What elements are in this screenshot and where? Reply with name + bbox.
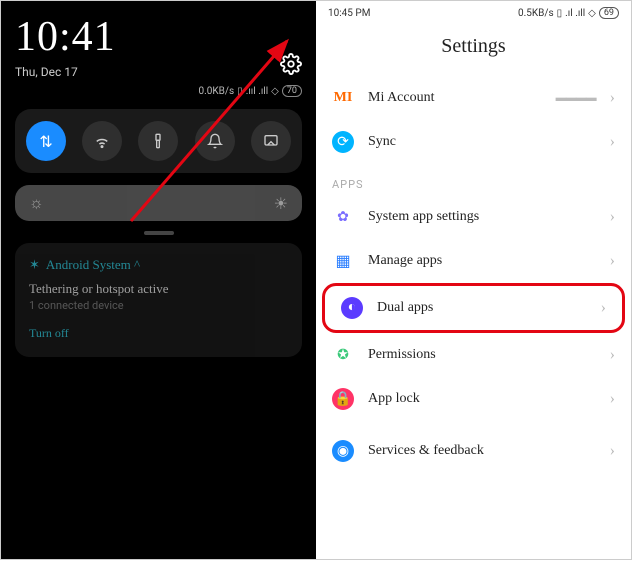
wifi-icon	[93, 132, 111, 150]
dual-apps-icon: ◐	[341, 297, 363, 319]
bell-icon	[207, 133, 223, 149]
mi-logo-icon: MI	[332, 87, 354, 109]
cast-icon	[263, 133, 279, 149]
chevron-right-icon: ›	[601, 299, 606, 317]
data-arrows-icon: ⇅	[39, 132, 52, 151]
highlight-dual-apps: ◐ Dual apps ›	[322, 283, 625, 333]
manage-apps-label: Manage apps	[368, 253, 596, 269]
shield-icon: ✪	[332, 344, 354, 366]
android-icon: ✶	[29, 257, 40, 273]
brightness-high-icon: ☀	[274, 194, 288, 213]
row-mi-account[interactable]: MI Mi Account ▬▬▬▬ ›	[316, 76, 631, 120]
chevron-right-icon: ›	[610, 133, 615, 151]
sync-label: Sync	[368, 134, 596, 150]
qs-data-toggle[interactable]: ⇅	[26, 121, 66, 161]
row-app-lock[interactable]: 🔒 App lock ›	[316, 377, 631, 421]
sim-icon: ▯	[237, 86, 243, 97]
signal-icon: .ıl .ıll	[565, 8, 585, 19]
clock-time: 10:41	[15, 13, 116, 61]
row-services-feedback[interactable]: ◉ Services & feedback ›	[316, 429, 631, 473]
settings-gear-button[interactable]	[280, 53, 302, 79]
gear-small-icon: ✿	[332, 206, 354, 228]
status-data-rate: 0.5KB/s	[518, 8, 554, 19]
battery-indicator: 70	[282, 85, 302, 97]
brightness-slider[interactable]: ☼ ☀	[15, 185, 302, 221]
notification-card[interactable]: ✶ Android System ^ Tethering or hotspot …	[15, 243, 302, 357]
shade-drag-handle[interactable]	[144, 231, 174, 235]
section-header-apps: APPS	[316, 164, 631, 195]
notification-shade: 10:41 Thu, Dec 17 0.0KB/s ▯ .ııl .ıll ◇ …	[1, 1, 316, 559]
mi-account-label: Mi Account	[368, 90, 542, 106]
row-sync[interactable]: ⟳ Sync ›	[316, 120, 631, 164]
services-label: Services & feedback	[368, 443, 596, 459]
qs-wifi-toggle[interactable]	[82, 121, 122, 161]
mi-account-detail: ▬▬▬▬	[556, 92, 596, 104]
flashlight-icon	[150, 133, 166, 149]
chevron-right-icon: ›	[610, 89, 615, 107]
sync-icon: ⟳	[332, 131, 354, 153]
notif-action-turn-off[interactable]: Turn off	[29, 326, 288, 341]
chevron-right-icon: ›	[610, 252, 615, 270]
row-manage-apps[interactable]: ▦ Manage apps ›	[316, 239, 631, 283]
sim-icon: ▯	[557, 8, 563, 19]
system-app-label: System app settings	[368, 209, 596, 225]
signal-icon: .ııl .ıll	[246, 86, 268, 97]
lock-icon: 🔒	[332, 388, 354, 410]
clock-date: Thu, Dec 17	[15, 65, 116, 79]
qs-silent-toggle[interactable]	[195, 121, 235, 161]
row-permissions[interactable]: ✪ Permissions ›	[316, 333, 631, 377]
quick-settings-row: ⇅	[15, 109, 302, 173]
wifi-status-icon: ◇	[588, 8, 596, 19]
chevron-right-icon: ›	[610, 442, 615, 460]
settings-screen: 10:45 PM 0.5KB/s ▯ .ıl .ıll ◇ 69 Setting…	[316, 1, 631, 559]
chevron-right-icon: ›	[610, 346, 615, 364]
grid-icon: ▦	[332, 250, 354, 272]
chevron-right-icon: ›	[610, 390, 615, 408]
notif-title: Tethering or hotspot active	[29, 281, 288, 297]
app-lock-label: App lock	[368, 391, 596, 407]
notif-subtitle: 1 connected device	[29, 299, 288, 312]
qs-flashlight-toggle[interactable]	[138, 121, 178, 161]
dual-apps-label: Dual apps	[377, 300, 587, 316]
row-system-app-settings[interactable]: ✿ System app settings ›	[316, 195, 631, 239]
brightness-low-icon: ☼	[29, 193, 44, 213]
chevron-right-icon: ›	[610, 208, 615, 226]
status-time: 10:45 PM	[328, 8, 370, 19]
gear-icon	[280, 53, 302, 75]
permissions-label: Permissions	[368, 347, 596, 363]
qs-cast-toggle[interactable]	[251, 121, 291, 161]
headset-icon: ◉	[332, 440, 354, 462]
battery-indicator: 69	[599, 7, 619, 19]
row-dual-apps[interactable]: ◐ Dual apps ›	[325, 286, 622, 330]
notif-app-name: Android System ^	[46, 257, 140, 273]
data-rate: 0.0KB/s	[199, 86, 235, 97]
wifi-status-icon: ◇	[271, 86, 279, 97]
page-title: Settings	[316, 21, 631, 76]
